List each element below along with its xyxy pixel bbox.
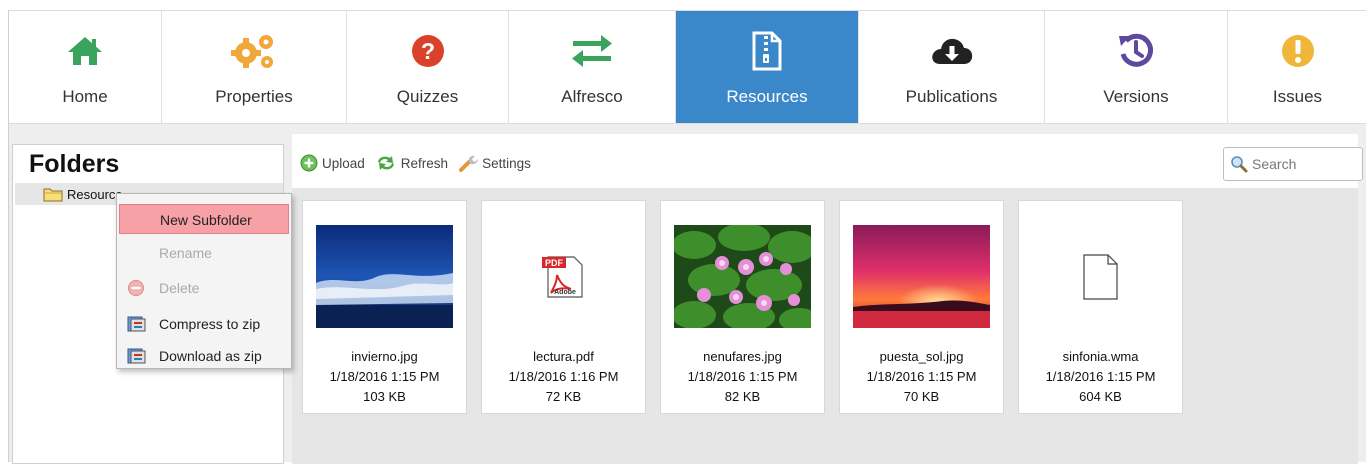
menu-item-label: Compress to zip [159,316,261,332]
file-date: 1/18/2016 1:15 PM [687,369,798,384]
image-waterlilies-thumbnail [674,225,811,328]
menu-item-delete[interactable]: Delete [119,273,289,303]
refresh-label: Refresh [400,155,449,171]
tab-resources-label: Resources [726,87,808,106]
file-name: nenufares.jpg [703,349,782,364]
file-card-puesta-sol[interactable]: puesta_sol.jpg 1/18/2016 1:15 PM 70 KB [839,200,1004,414]
file-name: invierno.jpg [351,349,418,364]
home-icon [9,31,161,71]
file-info: puesta_sol.jpg 1/18/2016 1:15 PM 70 KB [840,347,1003,407]
file-date: 1/18/2016 1:15 PM [1045,369,1156,384]
file-card-nenufares[interactable]: nenufares.jpg 1/18/2016 1:15 PM 82 KB [660,200,825,414]
file-size: 604 KB [1079,389,1122,404]
menu-item-rename[interactable]: Rename [119,238,289,268]
tab-properties[interactable]: Properties [162,11,347,123]
folder-context-menu: New Subfolder Rename Delete Compress to … [116,193,292,369]
upload-label: Upload [322,155,365,171]
generic-file-icon [1032,225,1169,328]
settings-button[interactable]: Settings [458,153,531,173]
question-icon: ? [347,31,508,71]
file-name: sinfonia.wma [1062,349,1139,364]
tab-issues-label: Issues [1272,87,1323,106]
file-size: 70 KB [903,389,940,404]
history-icon [1045,31,1227,71]
exchange-icon [509,31,675,71]
tab-alfresco-label: Alfresco [561,87,623,106]
menu-item-download-zip[interactable]: Download as zip [119,341,289,371]
file-zip-icon [676,31,858,71]
zip-icon [127,315,147,336]
pdf-icon: PDF Adobe [495,225,632,328]
plus-circle-icon [300,154,318,172]
tab-quizzes[interactable]: ? Quizzes [347,11,509,123]
tab-resources[interactable]: Resources [676,11,859,123]
menu-item-compress-zip[interactable]: Compress to zip [119,309,289,339]
file-card-invierno[interactable]: invierno.jpg 1/18/2016 1:15 PM 103 KB [302,200,467,414]
settings-label: Settings [482,155,531,171]
svg-text:?: ? [420,38,434,64]
main-tab-bar: Home Properties ? Quizzes Alfresco Resou… [9,10,1366,124]
menu-item-new-subfolder[interactable]: New Subfolder [119,204,289,234]
file-name: lectura.pdf [533,349,594,364]
folders-title: Folders [29,150,120,178]
tab-properties-label: Properties [215,87,293,106]
file-card-lectura[interactable]: PDF Adobe lectura.pdf 1/18/2016 1:16 PM … [481,200,646,414]
svg-text:Adobe: Adobe [554,289,576,296]
exclamation-icon [1228,31,1366,71]
search-input[interactable]: Search [1223,147,1363,181]
refresh-button[interactable]: Refresh [375,154,448,172]
file-date: 1/18/2016 1:15 PM [866,369,977,384]
file-info: lectura.pdf 1/18/2016 1:16 PM 72 KB [482,347,645,407]
wrench-icon [459,155,479,172]
tab-quizzes-label: Quizzes [396,87,459,106]
tab-publications[interactable]: Publications [859,11,1045,123]
tab-publications-label: Publications [905,87,998,106]
image-winter-thumbnail [316,225,453,328]
file-size: 72 KB [545,389,582,404]
menu-item-label: New Subfolder [160,212,252,228]
file-date: 1/18/2016 1:15 PM [329,369,440,384]
file-size: 103 KB [363,389,406,404]
svg-text:PDF: PDF [545,258,564,268]
file-info: sinfonia.wma 1/18/2016 1:15 PM 604 KB [1019,347,1182,407]
tab-versions-label: Versions [1103,87,1169,106]
file-name: puesta_sol.jpg [879,349,964,364]
file-info: invierno.jpg 1/18/2016 1:15 PM 103 KB [303,347,466,407]
folder-icon [43,187,63,207]
search-placeholder: Search [1252,156,1297,172]
menu-item-label: Delete [159,280,200,296]
file-toolbar: Upload Refresh Settings [300,152,541,174]
menu-item-label: Download as zip [159,348,262,364]
tab-versions[interactable]: Versions [1045,11,1228,123]
file-card-sinfonia[interactable]: sinfonia.wma 1/18/2016 1:15 PM 604 KB [1018,200,1183,414]
tab-home[interactable]: Home [9,11,162,123]
menu-item-label: Rename [159,245,212,261]
minus-circle-icon [127,279,145,300]
file-size: 82 KB [724,389,761,404]
image-sunset-thumbnail [853,225,990,328]
tab-issues[interactable]: Issues [1228,11,1366,123]
tab-alfresco[interactable]: Alfresco [509,11,676,123]
gears-icon [162,31,346,71]
search-icon [1231,156,1248,173]
refresh-icon [377,156,394,170]
file-date: 1/18/2016 1:16 PM [508,369,619,384]
folder-tree-label: Resources [67,187,121,202]
tab-home-label: Home [62,87,108,106]
cloud-download-icon [859,31,1044,71]
file-info: nenufares.jpg 1/18/2016 1:15 PM 82 KB [661,347,824,407]
upload-button[interactable]: Upload [300,154,365,172]
zip-icon [127,347,147,368]
